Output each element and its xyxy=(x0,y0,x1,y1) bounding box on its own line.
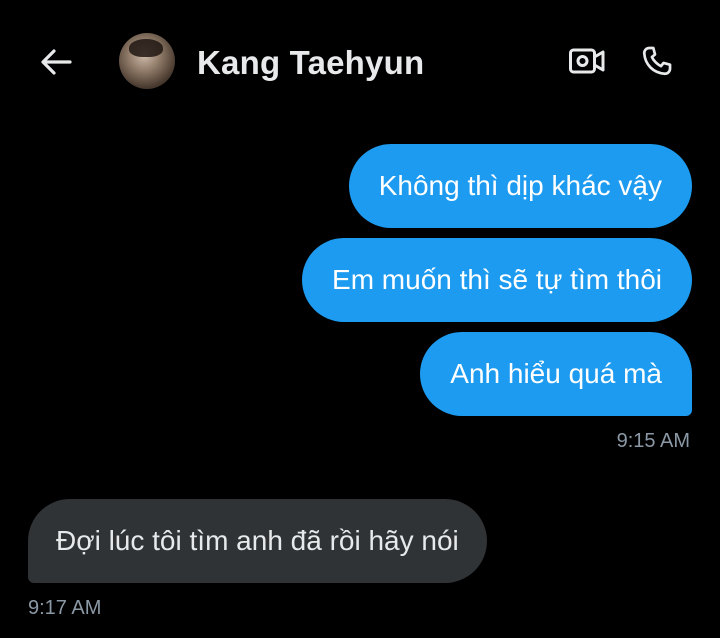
message-timestamp: 9:17 AM xyxy=(28,597,102,619)
message-timestamp: 9:15 AM xyxy=(616,430,690,452)
video-call-icon xyxy=(569,48,605,74)
video-call-button[interactable] xyxy=(566,40,608,82)
message-text: Em muốn thì sẽ tự tìm thôi xyxy=(332,264,662,295)
message-text: Anh hiểu quá mà xyxy=(450,358,662,389)
chat-header: Kang Taehyun xyxy=(0,0,720,128)
arrow-left-icon xyxy=(41,49,72,75)
phone-icon xyxy=(642,46,672,76)
message-bubble-outgoing[interactable]: Em muốn thì sẽ tự tìm thôi xyxy=(302,238,692,322)
contact-name[interactable]: Kang Taehyun xyxy=(197,44,424,82)
message-bubble-incoming[interactable]: Đợi lúc tôi tìm anh đã rồi hãy nói xyxy=(28,499,487,583)
voice-call-button[interactable] xyxy=(636,40,678,82)
message-text: Không thì dịp khác vậy xyxy=(378,170,662,201)
avatar[interactable] xyxy=(119,33,175,89)
back-button[interactable] xyxy=(36,42,76,82)
message-text: Đợi lúc tôi tìm anh đã rồi hãy nói xyxy=(56,525,459,556)
message-bubble-outgoing[interactable]: Không thì dịp khác vậy xyxy=(348,144,692,228)
message-bubble-outgoing[interactable]: Anh hiểu quá mà xyxy=(420,332,692,416)
